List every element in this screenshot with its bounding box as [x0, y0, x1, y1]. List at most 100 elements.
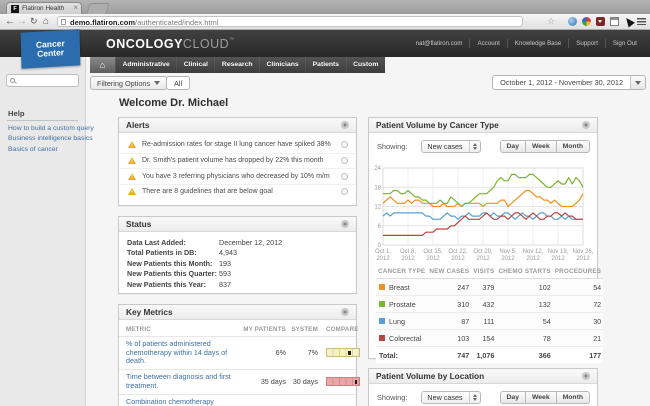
showing-select[interactable]: New cases — [421, 391, 480, 404]
gear-icon[interactable] — [341, 121, 349, 129]
account-links: nat@flatiron.comAccountKnowledge BaseSup… — [409, 30, 644, 57]
bookmark-star-icon[interactable]: ☆ — [547, 14, 555, 29]
sidebar-search-input[interactable] — [6, 74, 79, 87]
patient-volume-location-panel: Patient Volume by Location Showing: New … — [368, 368, 598, 406]
range-button-month[interactable]: Month — [556, 140, 590, 153]
date-range-caret[interactable] — [630, 76, 645, 89]
legend-color-chip — [379, 318, 385, 324]
nav-tab-clinical[interactable]: Clinical — [176, 57, 214, 73]
header-link-knowledge-base[interactable]: Knowledge Base — [508, 40, 568, 47]
browser-tab-strip: F Flatiron Health × — [0, 0, 650, 14]
brand-trademark: ™ — [229, 37, 235, 43]
extension-icon-window[interactable] — [610, 17, 619, 26]
extension-icon-colorwheel[interactable] — [582, 17, 591, 26]
key-metric-row: % of patients administered chemotherapy … — [119, 336, 356, 369]
chevron-down-icon — [635, 81, 641, 85]
browser-toolbar: ← → ↻ ⌂ demo.flatiron.com/authenticated/… — [0, 14, 650, 30]
browser-menu-icon[interactable] — [637, 18, 646, 25]
sidebar-help-link-how-to-build-a-custom-query[interactable]: How to build a custom query — [8, 124, 94, 134]
svg-text:Oct 1,2012: Oct 1,2012 — [375, 249, 391, 262]
dismiss-icon[interactable] — [341, 173, 348, 180]
browser-home-icon[interactable]: ⌂ — [43, 14, 49, 29]
status-row: Data Last Added:December 12, 2012 — [119, 238, 356, 248]
page-title: Welcome Dr. Michael — [119, 97, 228, 109]
browser-tab[interactable]: F Flatiron Health × — [6, 2, 82, 14]
extension-icon-pointer[interactable] — [623, 15, 635, 27]
svg-text:Nov 12,2012: Nov 12,2012 — [523, 249, 544, 262]
table-row-lung: Lung871115430 — [376, 313, 603, 330]
date-range-select[interactable]: October 1, 2012 - November 30, 2012 — [492, 75, 646, 90]
reload-icon[interactable]: ↻ — [30, 14, 38, 29]
extension-icon-red-dropdown[interactable] — [596, 17, 605, 26]
status-value: December 12, 2012 — [219, 238, 282, 248]
showing-select[interactable]: New cases — [421, 140, 480, 153]
svg-text:Oct 15,2012: Oct 15,2012 — [423, 249, 443, 262]
table-row-prostate: Prostate31043213272 — [376, 296, 603, 313]
sidebar-help-link-basics-of-cancer[interactable]: Basics of cancer — [8, 145, 94, 155]
volume-panel-header: Patient Volume by Cancer Type — [369, 118, 597, 133]
compare-bullet-bar — [326, 377, 360, 386]
tab-close-icon[interactable]: × — [73, 3, 78, 13]
header-link-account[interactable]: Account — [470, 40, 506, 47]
address-bar[interactable]: demo.flatiron.com/authenticated/index.ht… — [57, 16, 523, 27]
dismiss-icon[interactable] — [341, 141, 348, 148]
url-text: demo.flatiron.com/authenticated/index.ht… — [70, 18, 218, 27]
nav-tab-home[interactable]: ⌂ — [90, 57, 115, 73]
dismiss-icon[interactable] — [341, 188, 348, 195]
nav-tab-research[interactable]: Research — [214, 57, 259, 73]
gear-icon[interactable] — [582, 372, 590, 380]
sidebar: Help How to build a custom queryBusiness… — [0, 57, 86, 406]
chevron-down-icon — [154, 81, 160, 85]
status-row: New Patients this Quarter:593 — [119, 269, 356, 279]
key-metrics-header-row: METRICMY PATIENTSSYSTEMCOMPARE — [119, 320, 356, 336]
alerts-panel: Alerts Re-admission rates for stage II l… — [118, 117, 357, 206]
range-button-week[interactable]: Week — [525, 391, 557, 404]
compare-cell — [318, 344, 360, 362]
patient-volume-cancer-type-panel: Patient Volume by Cancer Type Showing: N… — [368, 117, 598, 359]
range-button-day[interactable]: Day — [500, 140, 526, 153]
divider — [7, 120, 78, 121]
key-metrics-col-header: METRIC — [126, 326, 242, 333]
filtering-options-button[interactable]: Filtering Options — [90, 76, 167, 90]
compare-cell — [318, 373, 360, 391]
key-metric-row: Time between diagnosis and first treatme… — [119, 369, 356, 394]
new-tab-button[interactable] — [86, 3, 110, 14]
nav-tab-administrative[interactable]: Administrative — [115, 57, 176, 73]
key-metrics-col-header: COMPARE — [318, 326, 359, 333]
all-filter-button[interactable]: All — [166, 76, 190, 90]
header-link-sign-out[interactable]: Sign Out — [606, 40, 644, 47]
svg-text:Nov 26,2012: Nov 26,2012 — [573, 249, 594, 262]
compare-cell — [318, 402, 360, 406]
extension-icon-blue[interactable] — [568, 17, 577, 26]
range-button-week[interactable]: Week — [525, 140, 557, 153]
dismiss-icon[interactable] — [341, 157, 348, 164]
svg-text:Nov 5,2012: Nov 5,2012 — [499, 249, 517, 262]
nav-tab-custom[interactable]: Custom — [346, 57, 385, 73]
location-panel-controls: Showing: New cases DayWeekMonth — [369, 384, 597, 404]
showing-select-value: New cases — [427, 393, 462, 402]
metric-label[interactable]: Combination chemotherapy administered fo… — [126, 398, 242, 406]
header-link-support[interactable]: Support — [569, 40, 605, 47]
header-link-nat-flatiron-com[interactable]: nat@flatiron.com — [409, 40, 470, 47]
key-metrics-col-header: SYSTEM — [286, 326, 318, 333]
gear-icon[interactable] — [341, 220, 349, 228]
range-button-month[interactable]: Month — [556, 391, 590, 404]
metric-label[interactable]: % of patients administered chemotherapy … — [126, 340, 242, 366]
key-metrics-panel: Key Metrics METRICMY PATIENTSSYSTEMCOMPA… — [118, 304, 357, 406]
favicon: F — [11, 5, 19, 13]
alerts-panel-header: Alerts — [119, 118, 356, 133]
status-label: New Patients this Year: — [127, 280, 219, 290]
sidebar-help-link-business-intelligence-basics[interactable]: Business intelligence basics — [8, 134, 94, 144]
gear-icon[interactable] — [582, 121, 590, 129]
system-value: 30 days — [286, 377, 318, 386]
metric-label[interactable]: Time between diagnosis and first treatme… — [126, 373, 242, 390]
nav-tab-patients[interactable]: Patients — [305, 57, 345, 73]
tab-title: Flatiron Health — [22, 3, 64, 14]
back-icon[interactable]: ← — [5, 14, 15, 29]
forward-icon[interactable]: → — [17, 14, 27, 29]
nav-tab-clinicians[interactable]: Clinicians — [259, 57, 305, 73]
alerts-list: Re-admission rates for stage II lung can… — [119, 133, 356, 199]
gear-icon[interactable] — [341, 308, 349, 316]
all-label: All — [174, 79, 182, 88]
range-button-day[interactable]: Day — [500, 391, 526, 404]
